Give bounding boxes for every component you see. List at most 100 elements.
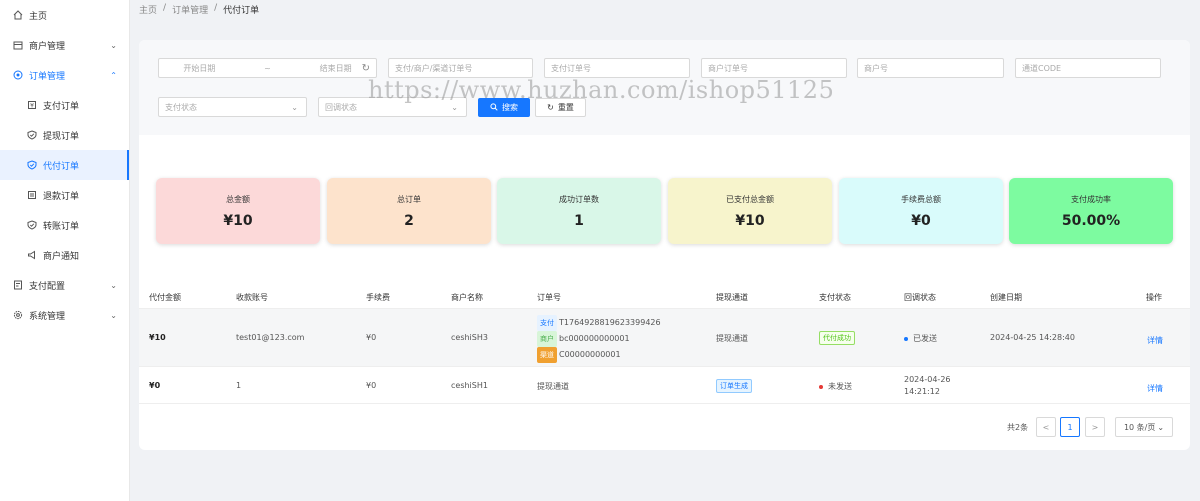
callback-state-select[interactable]: 回调状态 ⌄ — [318, 97, 467, 117]
chevron-down-icon: ⌄ — [110, 280, 117, 290]
date-range-picker[interactable]: 开始日期 ~ 结束日期 ↻ — [158, 58, 377, 78]
pay-state-badge: 代付成功 — [819, 331, 857, 345]
search-button-label: 搜索 — [502, 103, 518, 112]
sidebar-item-withdraw-orders[interactable]: 提现订单 — [0, 120, 129, 150]
stat-label: 总金额 — [226, 195, 250, 204]
channel-code-input[interactable]: 通道CODE — [1015, 58, 1161, 78]
pay-order-icon: ¥ — [26, 100, 38, 110]
page-size-value: 10 条/页 — [1123, 422, 1156, 432]
sidebar-item-pay-orders[interactable]: ¥ 支付订单 — [0, 90, 129, 120]
channel-state-tag: 订单生成 — [716, 379, 752, 393]
stat-card-paid-amount: 已支付总金额 ¥10 — [668, 178, 832, 244]
sidebar-item-label: 支付订单 — [43, 101, 80, 112]
sidebar-item-system[interactable]: 系统管理 ⌄ — [0, 300, 129, 330]
payout-amount: ¥0 — [149, 381, 161, 390]
callback-state-placeholder: 回调状态 — [325, 102, 357, 112]
pay-state: 未发送 — [819, 381, 852, 392]
start-date-placeholder: 开始日期 — [183, 63, 216, 73]
sidebar-item-home[interactable]: 主页 — [0, 0, 129, 30]
prev-page-button[interactable]: < — [1036, 417, 1056, 437]
reset-button[interactable]: ↻ 重置 — [535, 98, 586, 117]
store-icon — [12, 40, 24, 50]
mch-order-line: 商户 bc000000000001 — [537, 331, 661, 347]
sidebar-item-payout-orders[interactable]: 代付订单 — [0, 150, 129, 180]
merchant-tag: 商户 — [537, 331, 557, 347]
merchant-name: ceshiSH3 — [451, 333, 488, 342]
sidebar-item-refund-orders[interactable]: 退款订单 — [0, 180, 129, 210]
reset-button-label: 重置 — [557, 103, 574, 112]
refresh-icon: ↻ — [361, 62, 370, 74]
status-dot — [904, 336, 908, 341]
receive-account: test01@123.com — [236, 333, 305, 342]
column-header: 支付状态 — [819, 293, 851, 302]
mch-order-no-input[interactable]: 商户订单号 — [701, 58, 847, 78]
stat-value: 2 — [404, 213, 414, 229]
created-date-time: 14:21:12 — [904, 387, 940, 396]
sidebar-item-label: 退款订单 — [43, 191, 80, 202]
sidebar-item-pay-config[interactable]: 支付配置 ⌄ — [0, 270, 129, 300]
page-1-button[interactable]: 1 — [1060, 417, 1080, 437]
created-date: 2024-04-26 14:21:12 — [904, 374, 951, 398]
sidebar-item-merchant[interactable]: 商户管理 ⌄ — [0, 30, 129, 60]
sidebar-item-label: 订单管理 — [29, 71, 66, 82]
sidebar-item-orders[interactable]: 订单管理 ⌃ — [0, 60, 129, 90]
sidebar-item-label: 商户通知 — [43, 251, 80, 262]
breadcrumb-separator: / — [214, 3, 218, 13]
sidebar-item-transfer-orders[interactable]: 转账订单 — [0, 210, 129, 240]
detail-link[interactable]: 详情 — [1147, 383, 1163, 394]
next-page-button[interactable]: > — [1085, 417, 1105, 437]
order-number: 提现通道 — [537, 382, 569, 391]
column-header: 回调状态 — [904, 293, 936, 302]
withdraw-channel-badge: 订单生成 — [716, 379, 754, 393]
breadcrumb-separator: / — [163, 3, 167, 13]
sidebar-item-label: 提现订单 — [43, 131, 80, 142]
chevron-up-icon: ⌃ — [110, 70, 117, 80]
column-header: 提现通道 — [716, 293, 748, 302]
chevron-down-icon: ⌄ — [110, 40, 117, 50]
table-header — [139, 287, 1190, 309]
sidebar-item-label: 主页 — [29, 11, 48, 22]
receive-account: 1 — [236, 381, 242, 390]
search-button[interactable]: 搜索 — [478, 98, 530, 117]
column-header: 代付金额 — [149, 293, 181, 302]
stat-label: 总订单 — [397, 195, 421, 204]
detail-link[interactable]: 详情 — [1147, 335, 1163, 346]
transfer-icon — [26, 220, 38, 230]
svg-text:¥: ¥ — [30, 103, 34, 110]
breadcrumb-home[interactable]: 主页 — [139, 3, 157, 16]
sidebar-item-merchant-notify[interactable]: 商户通知 — [0, 240, 129, 270]
pay-state-select[interactable]: 支付状态 ⌄ — [158, 97, 307, 117]
callback-state-text: 已发送 — [913, 334, 937, 343]
channel-order-line: 渠道 C00000000001 — [537, 347, 661, 363]
fee: ¥0 — [366, 381, 377, 390]
column-header: 订单号 — [537, 293, 561, 302]
pay-state-placeholder: 支付状态 — [165, 102, 197, 112]
sidebar-item-label: 商户管理 — [29, 41, 66, 52]
mch-no-input[interactable]: 商户号 — [857, 58, 1004, 78]
sidebar: 主页 商户管理 ⌄ 订单管理 ⌃ ¥ 支付订单 提现订单 代付订单 退款订单 转… — [0, 0, 130, 501]
stat-label: 支付成功率 — [1071, 195, 1111, 204]
pay-order-line: 支付 T1764928819623399426 — [537, 315, 661, 331]
main-card: 开始日期 ~ 结束日期 ↻ 支付/商户/渠道订单号 支付订单号 商户订单号 商户… — [139, 40, 1190, 450]
created-date-day: 2024-04-26 — [904, 375, 951, 384]
order-numbers: 支付 T1764928819623399426 商户 bc000000000001 … — [537, 315, 661, 363]
order-no-input[interactable]: 支付/商户/渠道订单号 — [388, 58, 533, 78]
stat-card-success-orders: 成功订单数 1 — [497, 178, 661, 244]
callback-state: 已发送 — [904, 333, 937, 344]
pay-state-tag: 代付成功 — [819, 331, 855, 345]
pay-order-no-input[interactable]: 支付订单号 — [544, 58, 690, 78]
pay-order-no: T1764928819623399426 — [559, 318, 661, 327]
stat-value: 1 — [574, 213, 584, 229]
table-row: ¥0 1 ¥0 ceshiSH1 提现通道 订单生成 未发送 2024-04-2… — [139, 367, 1190, 404]
sidebar-item-label: 支付配置 — [29, 281, 66, 292]
stat-value: ¥0 — [911, 213, 931, 229]
breadcrumb: 主页 / 订单管理 / 代付订单 — [139, 3, 259, 16]
stat-card-fee-total: 手续费总额 ¥0 — [839, 178, 1003, 244]
filter-bar: 开始日期 ~ 结束日期 ↻ 支付/商户/渠道订单号 支付订单号 商户订单号 商户… — [139, 40, 1190, 135]
stat-card-total-amount: 总金额 ¥10 — [156, 178, 320, 244]
breadcrumb-orders[interactable]: 订单管理 — [172, 3, 208, 16]
chevron-down-icon: ⌄ — [110, 310, 117, 320]
chevron-down-icon: ⌄ — [451, 102, 458, 112]
search-icon — [490, 102, 498, 113]
page-size-select[interactable]: 10 条/页 ⌄ — [1115, 417, 1173, 437]
